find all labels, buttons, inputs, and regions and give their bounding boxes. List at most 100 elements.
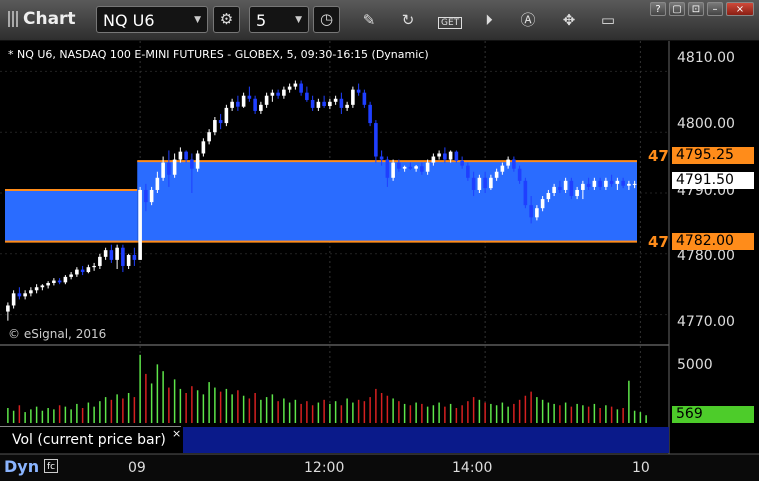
candle-body	[500, 165, 505, 172]
candle-body	[218, 120, 223, 124]
time-tick: 12:00	[304, 460, 345, 476]
price-tick: 4770.00	[677, 314, 735, 330]
candle-body	[247, 95, 252, 99]
candle-body	[11, 293, 16, 306]
candle-body	[310, 99, 315, 108]
candle-body	[195, 153, 200, 169]
candle-body	[75, 269, 79, 275]
candle-body	[443, 153, 447, 160]
copyright: © eSignal, 2016	[8, 327, 107, 341]
time-tick: 14:00	[452, 460, 493, 476]
candle-body	[609, 180, 614, 184]
candle-body	[437, 153, 441, 157]
price-chart[interactable]	[0, 0, 759, 481]
candle-body	[581, 183, 585, 190]
candle-body	[29, 290, 33, 294]
candle-body	[454, 151, 459, 161]
current-price-tag: 4791.50	[672, 172, 754, 189]
candle-body	[103, 250, 108, 257]
candle-body	[477, 177, 482, 190]
candle-body	[259, 104, 263, 111]
close-icon[interactable]: ×	[172, 427, 181, 440]
candle-body	[425, 162, 430, 172]
candle-body	[586, 183, 591, 187]
current-volume-tag: 569	[672, 406, 754, 423]
candle-body	[253, 98, 257, 111]
vol-panel-bar	[183, 427, 669, 453]
volume-panel-label[interactable]: Vol (current price bar)	[0, 426, 181, 453]
candle-body	[190, 159, 194, 169]
candle-body	[201, 141, 206, 154]
candle-body	[57, 280, 62, 283]
candle-body	[408, 166, 413, 169]
zone-rect	[5, 189, 138, 242]
candle-body	[299, 83, 303, 93]
candle-body	[184, 151, 188, 160]
candle-body	[483, 177, 487, 189]
price-tick: 4800.00	[677, 116, 735, 132]
candle-body	[264, 95, 269, 105]
candle-body	[592, 180, 597, 187]
candle-body	[494, 171, 499, 178]
candle-body	[322, 101, 326, 107]
candle-body	[6, 305, 10, 312]
time-tick: 09	[128, 460, 146, 476]
candle-body	[374, 123, 378, 157]
chart-header: * NQ U6, NASDAQ 100 E-MINI FUTURES - GLO…	[8, 48, 429, 61]
candle-body	[293, 83, 298, 87]
candle-body	[466, 165, 470, 178]
candle-body	[63, 276, 68, 283]
candle-body	[126, 255, 131, 266]
candle-body	[92, 265, 96, 268]
candle-body	[379, 156, 384, 160]
candle-body	[115, 247, 119, 260]
candle-body	[604, 180, 608, 187]
candle-body	[132, 255, 137, 260]
candle-body	[80, 269, 85, 273]
candle-body	[448, 151, 453, 160]
candle-body	[339, 98, 344, 108]
volume-tick: 5000	[677, 357, 713, 373]
candle-body	[172, 159, 177, 175]
candle-body	[144, 189, 148, 203]
candle-body	[178, 151, 183, 160]
candle-body	[17, 293, 22, 297]
candle-body	[569, 180, 574, 197]
candle-body	[86, 267, 91, 273]
candle-body	[23, 293, 27, 297]
candle-body	[40, 285, 45, 288]
dynamic-mode-label[interactable]: Dyn	[4, 457, 39, 476]
candle-body	[351, 89, 355, 105]
candle-body	[552, 186, 556, 193]
candle-body	[627, 183, 631, 186]
candle-body	[598, 180, 602, 187]
candle-body	[241, 95, 246, 107]
candle-body	[155, 177, 160, 190]
lower-level-tag: 4782.00	[672, 233, 754, 250]
candle-body	[512, 159, 516, 169]
candle-body	[270, 92, 275, 96]
candle-body	[535, 208, 539, 218]
candle-body	[414, 166, 418, 169]
candle-body	[460, 160, 464, 166]
candle-body	[546, 193, 551, 200]
price-tick: 4810.00	[677, 50, 735, 66]
candle-body	[305, 92, 309, 100]
upper-level-marker: 47	[648, 147, 669, 165]
candle-body	[276, 92, 280, 96]
candle-body	[632, 183, 637, 185]
candle-body	[167, 162, 171, 175]
candle-body	[213, 120, 217, 133]
candle-body	[230, 101, 234, 108]
candle-body	[356, 89, 361, 93]
candle-body	[282, 89, 286, 96]
candle-body	[328, 101, 332, 107]
candle-body	[615, 180, 620, 184]
session-icon[interactable]: fc	[44, 459, 58, 473]
candle-body	[368, 104, 372, 124]
candle-body	[489, 177, 493, 189]
candle-body	[391, 162, 395, 178]
candle-body	[34, 287, 39, 291]
candle-body	[517, 168, 522, 181]
candle-body	[333, 98, 338, 102]
